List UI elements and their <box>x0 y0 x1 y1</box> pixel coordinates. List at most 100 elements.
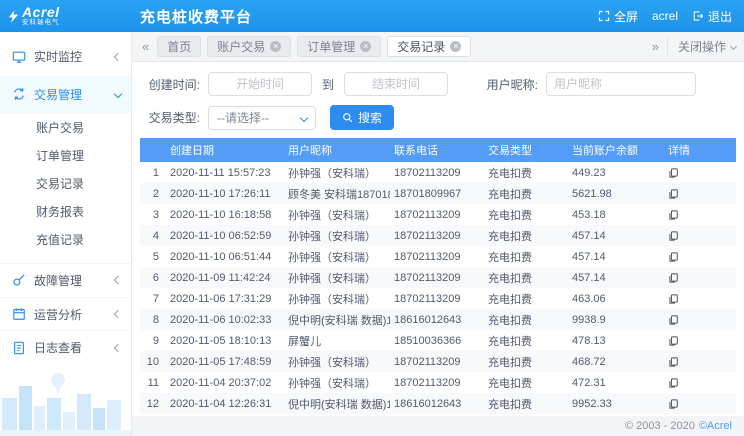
row-nickname: 屏蟹儿 <box>284 333 390 349</box>
row-type: 充电扣费 <box>484 228 568 244</box>
table-row[interactable]: 1 2020-11-11 15:57:23 孙钟强（安科瑞） 187021132… <box>140 162 736 183</box>
tabs-scroll-right-icon[interactable]: » <box>650 40 661 53</box>
row-create-date: 2020-11-10 06:51:44 <box>164 251 284 263</box>
row-phone: 18702113209 <box>390 251 484 263</box>
row-type: 充电扣费 <box>484 249 568 265</box>
close-icon[interactable]: × <box>450 41 461 52</box>
logout-icon <box>692 10 704 22</box>
table-row[interactable]: 5 2020-11-10 06:51:44 孙钟强（安科瑞） 187021132… <box>140 246 736 267</box>
row-phone: 18701809967 <box>390 188 484 200</box>
logout-button[interactable]: 退出 <box>692 8 732 25</box>
row-detail-cell <box>664 209 736 221</box>
header-nickname: 用户昵称 <box>284 142 390 158</box>
sidebar-item-order-management[interactable]: 订单管理 <box>0 141 131 169</box>
table-row[interactable]: 10 2020-11-05 17:48:59 孙钟强（安科瑞） 18702113… <box>140 351 736 372</box>
start-time-input[interactable] <box>208 72 312 96</box>
end-time-input[interactable] <box>344 72 448 96</box>
sidebar-item-transaction-records[interactable]: 交易记录 <box>0 169 131 197</box>
row-create-date: 2020-11-05 17:48:59 <box>164 356 284 368</box>
nickname-label: 用户昵称: <box>484 76 546 93</box>
user-menu[interactable]: acrel <box>652 9 678 23</box>
tab-order-management[interactable]: 订单管理 × <box>297 36 381 57</box>
tab-transaction-records[interactable]: 交易记录 × <box>387 36 471 57</box>
sub-item-label: 账户交易 <box>36 119 84 136</box>
row-create-date: 2020-11-11 15:57:23 <box>164 167 284 179</box>
row-detail-cell <box>664 188 736 200</box>
sub-item-label: 财务报表 <box>36 203 84 220</box>
detail-copy-icon[interactable] <box>668 314 679 326</box>
transaction-type-select[interactable]: --请选择-- <box>208 106 316 130</box>
detail-copy-icon[interactable] <box>668 251 679 263</box>
detail-copy-icon[interactable] <box>668 188 679 200</box>
table-row[interactable]: 3 2020-11-10 16:18:58 孙钟强（安科瑞） 187021132… <box>140 204 736 225</box>
row-balance: 478.13 <box>568 335 664 347</box>
detail-copy-icon[interactable] <box>668 167 679 179</box>
row-detail-cell <box>664 377 736 389</box>
detail-copy-icon[interactable] <box>668 293 679 305</box>
to-label: 到 <box>312 76 344 93</box>
detail-copy-icon[interactable] <box>668 377 679 389</box>
tabs-scroll-left-icon[interactable]: « <box>140 40 151 53</box>
nickname-input[interactable] <box>546 72 696 96</box>
sidebar-item-operation-analysis[interactable]: 运营分析 <box>0 297 131 331</box>
close-operations-label: 关闭操作 <box>678 38 726 55</box>
copyright-text: © 2003 - 2020 <box>625 420 695 432</box>
close-icon[interactable]: × <box>360 41 371 52</box>
fullscreen-button[interactable]: 全屏 <box>598 8 638 25</box>
nickname-filter-group: 用户昵称: <box>484 72 696 96</box>
row-create-date: 2020-11-09 11:42:24 <box>164 272 284 284</box>
sidebar-item-transaction-management[interactable]: 交易管理 <box>0 76 131 114</box>
table-row[interactable]: 2 2020-11-10 17:26:11 顾冬美 安科瑞1870180 187… <box>140 183 736 204</box>
sidebar-item-recharge-records[interactable]: 充值记录 <box>0 225 131 253</box>
transaction-submenu: 账户交易 订单管理 交易记录 财务报表 充值记录 <box>0 113 131 253</box>
sidebar-item-financial-reports[interactable]: 财务报表 <box>0 197 131 225</box>
detail-copy-icon[interactable] <box>668 209 679 221</box>
row-balance: 472.31 <box>568 377 664 389</box>
topbar: Acrel 安科瑞电气 充电桩收费平台 全屏 acrel 退出 <box>0 0 744 32</box>
sub-item-label: 充值记录 <box>36 231 84 248</box>
sidebar-item-log-viewer[interactable]: 日志查看 <box>0 330 131 364</box>
row-index: 10 <box>140 356 164 368</box>
row-phone: 18702113209 <box>390 272 484 284</box>
logo-text: Acrel <box>22 5 60 19</box>
row-phone: 18702113209 <box>390 167 484 179</box>
row-type: 充电扣费 <box>484 291 568 307</box>
row-create-date: 2020-11-05 18:10:13 <box>164 335 284 347</box>
detail-copy-icon[interactable] <box>668 335 679 347</box>
transaction-type-label: 交易类型: <box>146 109 208 126</box>
sidebar-item-fault-management[interactable]: 故障管理 <box>0 263 131 297</box>
row-nickname: 孙钟强（安科瑞） <box>284 249 390 265</box>
header-type: 交易类型 <box>484 142 568 158</box>
detail-copy-icon[interactable] <box>668 272 679 284</box>
tab-account-transactions[interactable]: 账户交易 × <box>207 36 291 57</box>
table-row[interactable]: 4 2020-11-10 06:52:59 孙钟强（安科瑞） 187021132… <box>140 225 736 246</box>
row-index: 2 <box>140 188 164 200</box>
row-detail-cell <box>664 167 736 179</box>
sidebar-item-account-transactions[interactable]: 账户交易 <box>0 113 131 141</box>
close-icon[interactable]: × <box>270 41 281 52</box>
table-row[interactable]: 7 2020-11-06 17:31:29 孙钟强（安科瑞） 187021132… <box>140 288 736 309</box>
detail-copy-icon[interactable] <box>668 230 679 242</box>
tab-home[interactable]: 首页 <box>157 36 201 57</box>
close-operations-menu[interactable]: 关闭操作 <box>667 38 736 55</box>
row-index: 12 <box>140 398 164 410</box>
table-row[interactable]: 8 2020-11-06 10:02:33 倪中明(安科瑞 数据)1 18616… <box>140 309 736 330</box>
username-label: acrel <box>652 9 678 23</box>
row-balance: 453.18 <box>568 209 664 221</box>
search-button[interactable]: 搜索 <box>330 105 394 130</box>
table-row[interactable]: 9 2020-11-05 18:10:13 屏蟹儿 18510036366 充电… <box>140 330 736 351</box>
row-balance: 449.23 <box>568 167 664 179</box>
row-index: 1 <box>140 167 164 179</box>
wrench-icon <box>12 273 26 287</box>
sidebar-item-realtime-monitoring[interactable]: 实时监控 <box>0 38 131 76</box>
row-balance: 457.14 <box>568 230 664 242</box>
chevron-left-icon <box>114 276 122 284</box>
row-balance: 5621.98 <box>568 188 664 200</box>
detail-copy-icon[interactable] <box>668 398 679 410</box>
topbar-actions: 全屏 acrel 退出 <box>598 8 744 25</box>
table-row[interactable]: 11 2020-11-04 20:37:02 孙钟强（安科瑞） 18702113… <box>140 372 736 393</box>
table-row[interactable]: 6 2020-11-09 11:42:24 孙钟强（安科瑞） 187021132… <box>140 267 736 288</box>
detail-copy-icon[interactable] <box>668 356 679 368</box>
table-row[interactable]: 12 2020-11-04 12:26:31 倪中明(安科瑞 数据)1 1861… <box>140 393 736 414</box>
logout-label: 退出 <box>708 8 732 25</box>
